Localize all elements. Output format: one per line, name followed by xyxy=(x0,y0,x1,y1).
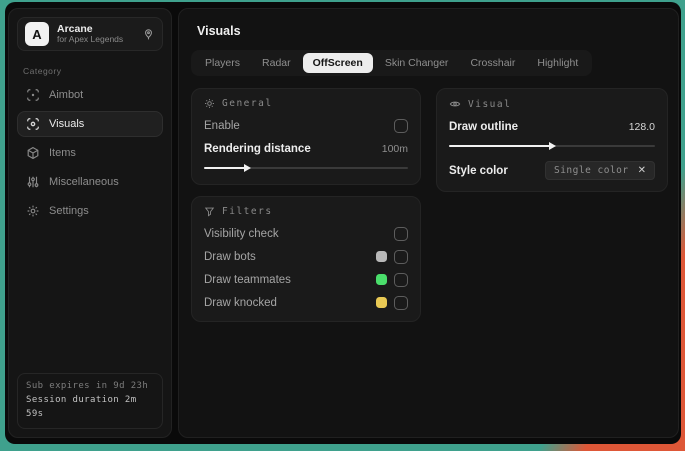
visibility-check-label: Visibility check xyxy=(204,227,279,240)
sidebar-item-visuals[interactable]: Visuals xyxy=(17,111,163,137)
sidebar-item-aimbot[interactable]: Aimbot xyxy=(17,82,163,108)
enable-checkbox[interactable] xyxy=(394,118,408,133)
page-title: Visuals xyxy=(197,24,241,38)
visual-panel: Visual Draw outline 128.0 Style color Si… xyxy=(436,88,668,192)
draw-teammates-row: Draw teammates xyxy=(204,272,408,287)
tab-radar[interactable]: Radar xyxy=(252,53,301,73)
draw-teammates-color-swatch[interactable] xyxy=(376,274,387,285)
draw-teammates-checkbox[interactable] xyxy=(394,272,408,287)
general-panel: General Enable Rendering distance 100m xyxy=(191,88,421,185)
rendering-distance-label: Rendering distance xyxy=(204,142,311,155)
subscription-info-card: Sub expires in 9d 23h Session duration 2… xyxy=(17,373,163,429)
tab-skin-changer[interactable]: Skin Changer xyxy=(375,53,459,73)
rendering-distance-value: 100m xyxy=(381,142,408,155)
eye-icon xyxy=(449,98,461,110)
style-color-select[interactable]: Single color ✕ xyxy=(544,161,655,180)
category-label: Category xyxy=(23,66,62,76)
slider-thumb-arrow[interactable] xyxy=(243,164,251,172)
app-subtitle: for Apex Legends xyxy=(57,34,124,45)
sidebar-item-settings[interactable]: Settings xyxy=(17,198,163,224)
sidebar-item-label: Items xyxy=(49,147,76,159)
draw-outline-slider[interactable] xyxy=(449,141,655,151)
style-color-value: Single color xyxy=(553,165,629,176)
draw-outline-label: Draw outline xyxy=(449,120,519,133)
tab-highlight[interactable]: Highlight xyxy=(527,53,588,73)
draw-bots-color-swatch[interactable] xyxy=(376,251,387,262)
session-duration-text: Session duration 2m 59s xyxy=(26,395,137,420)
filters-panel-title: Filters xyxy=(222,206,273,217)
style-color-label: Style color xyxy=(449,164,508,177)
sliders-icon xyxy=(26,175,40,189)
panels-area: General Enable Rendering distance 100m F… xyxy=(191,88,678,322)
sidebar-item-items[interactable]: Items xyxy=(17,140,163,166)
funnel-icon xyxy=(204,206,215,217)
filters-panel-header: Filters xyxy=(204,206,408,217)
tab-offscreen[interactable]: OffScreen xyxy=(302,53,373,73)
style-color-row: Style color Single color ✕ xyxy=(449,161,655,180)
aimbot-icon xyxy=(26,88,40,102)
pin-icon[interactable] xyxy=(142,28,155,41)
visibility-check-checkbox[interactable] xyxy=(394,226,408,241)
sub-expires-text: Sub expires in 9d 23h xyxy=(26,381,149,392)
visuals-icon xyxy=(26,117,40,131)
draw-teammates-label: Draw teammates xyxy=(204,273,291,286)
sidebar-item-label: Visuals xyxy=(49,118,85,130)
sun-icon xyxy=(204,98,215,109)
sidebar: A Arcane for Apex Legends Category Aimbo… xyxy=(8,8,172,438)
app-logo: A xyxy=(25,22,49,46)
draw-knocked-color-swatch[interactable] xyxy=(376,297,387,308)
draw-outline-value: 128.0 xyxy=(628,120,655,133)
draw-bots-label: Draw bots xyxy=(204,250,256,263)
draw-knocked-checkbox[interactable] xyxy=(394,295,408,310)
slider-fill xyxy=(449,142,556,150)
sidebar-item-label: Miscellaneous xyxy=(49,176,119,188)
draw-knocked-label: Draw knocked xyxy=(204,296,277,309)
general-panel-header: General xyxy=(204,98,408,109)
draw-outline-row: Draw outline 128.0 xyxy=(449,119,655,134)
visuals-tabbar: Players Radar OffScreen Skin Changer Cro… xyxy=(191,50,593,76)
visibility-check-row: Visibility check xyxy=(204,226,408,241)
app-header-card: A Arcane for Apex Legends xyxy=(17,17,163,51)
enable-label: Enable xyxy=(204,119,240,132)
visual-panel-title: Visual xyxy=(468,98,512,110)
app-title-block: Arcane for Apex Legends xyxy=(57,23,134,45)
general-panel-title: General xyxy=(222,98,273,109)
draw-bots-row: Draw bots xyxy=(204,249,408,264)
close-icon[interactable]: ✕ xyxy=(638,165,646,176)
draw-knocked-row: Draw knocked xyxy=(204,295,408,310)
draw-bots-checkbox[interactable] xyxy=(394,249,408,264)
tab-crosshair[interactable]: Crosshair xyxy=(460,53,525,73)
sidebar-item-miscellaneous[interactable]: Miscellaneous xyxy=(17,169,163,195)
slider-fill xyxy=(204,164,251,172)
visual-panel-header: Visual xyxy=(449,98,655,110)
tab-players[interactable]: Players xyxy=(195,53,250,73)
slider-thumb-arrow[interactable] xyxy=(548,142,556,150)
sidebar-item-label: Settings xyxy=(49,205,89,217)
main-content: Visuals Players Radar OffScreen Skin Cha… xyxy=(178,8,679,438)
enable-row: Enable xyxy=(204,118,408,133)
app-window: A Arcane for Apex Legends Category Aimbo… xyxy=(5,2,681,444)
filters-panel: Filters Visibility check Draw bots Draw … xyxy=(191,196,421,322)
rendering-distance-row: Rendering distance 100m xyxy=(204,141,408,156)
sidebar-menu: Aimbot Visuals Items Miscellaneous Setti… xyxy=(17,82,163,224)
rendering-distance-slider[interactable] xyxy=(204,163,408,173)
gear-icon xyxy=(26,204,40,218)
sidebar-item-label: Aimbot xyxy=(49,89,84,101)
items-icon xyxy=(26,146,40,160)
